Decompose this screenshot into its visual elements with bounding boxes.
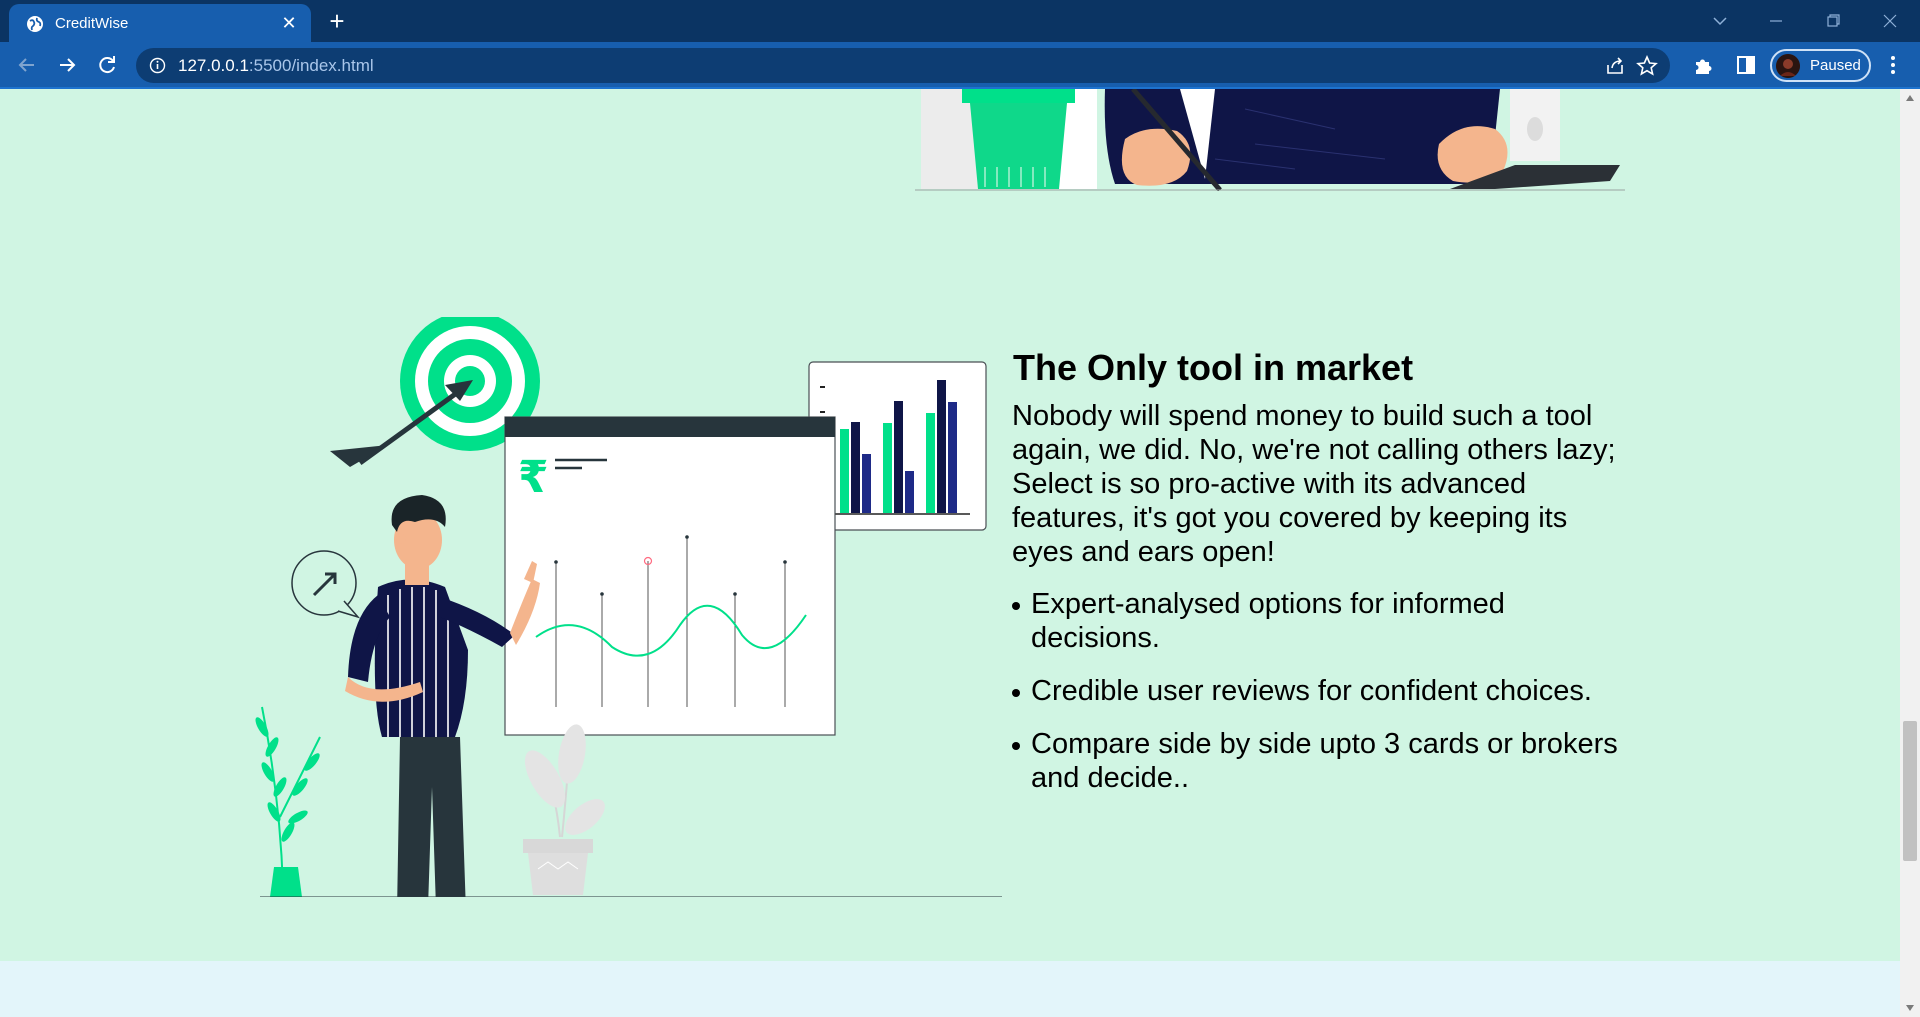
star-icon[interactable] <box>1636 55 1658 77</box>
bullet-icon <box>1012 602 1020 610</box>
page-content: ₹ The Only tool in market Nobody will sp… <box>0 89 1900 1017</box>
profile-button[interactable]: Paused <box>1770 49 1871 82</box>
list-item-text: Compare side by side upto 3 cards or bro… <box>1031 728 1618 794</box>
scroll-thumb[interactable] <box>1903 721 1917 861</box>
plus-icon[interactable]: + <box>322 7 352 37</box>
feature-heading: The Only tool in market <box>1013 347 1414 388</box>
plant-right <box>523 724 605 895</box>
reload-icon[interactable] <box>93 51 121 79</box>
scroll-down-arrow-icon[interactable] <box>1906 1005 1914 1011</box>
browser-toolbar: 127.0.0.1:5500/index.html Paused <box>0 42 1920 89</box>
side-panel-icon[interactable] <box>1735 54 1757 76</box>
list-item: Credible user reviews for confident choi… <box>1012 674 1632 708</box>
minimize-icon[interactable] <box>1756 6 1796 36</box>
plant-left <box>255 706 321 897</box>
info-icon[interactable] <box>149 57 166 74</box>
next-section <box>0 961 1900 1017</box>
list-item-text: Credible user reviews for confident choi… <box>1031 675 1592 707</box>
tab-title: CreditWise <box>55 15 129 32</box>
feature-section: The Only tool in market Nobody will spen… <box>1012 347 1632 814</box>
bullet-icon <box>1012 742 1020 750</box>
puzzle-icon[interactable] <box>1693 54 1715 76</box>
share-icon[interactable] <box>1604 55 1626 77</box>
vertical-scrollbar[interactable] <box>1900 89 1920 1017</box>
feature-description: Nobody will spend money to build such a … <box>1012 400 1616 568</box>
url-text[interactable]: 127.0.0.1:5500/index.html <box>178 56 374 76</box>
globe-icon <box>27 16 43 32</box>
restore-icon[interactable] <box>1813 6 1853 36</box>
window-close-icon[interactable] <box>1870 6 1910 36</box>
forward-arrow-icon[interactable] <box>53 51 81 79</box>
desk-illustration <box>915 89 1625 191</box>
scroll-up-arrow-icon[interactable] <box>1906 95 1914 101</box>
whiteboard-chart: ₹ <box>504 416 836 736</box>
browser-tab-strip: CreditWise ✕ + <box>0 0 1920 42</box>
browser-tab-active[interactable]: CreditWise ✕ <box>9 4 311 42</box>
back-arrow-icon[interactable] <box>13 51 41 79</box>
url-path: :5500/index.html <box>248 56 374 75</box>
avatar <box>1776 54 1800 78</box>
chevron-down-icon[interactable] <box>1700 6 1740 36</box>
rupee-symbol: ₹ <box>518 452 549 503</box>
list-item: Expert-analysed options for informed dec… <box>1012 587 1632 655</box>
feature-list: Expert-analysed options for informed dec… <box>1012 587 1632 795</box>
speech-bubble-icon <box>291 550 361 619</box>
profile-status: Paused <box>1810 57 1861 74</box>
url-host: 127.0.0.1 <box>178 56 249 75</box>
list-item-text: Expert-analysed options for informed dec… <box>1031 588 1505 654</box>
bullet-icon <box>1012 689 1020 697</box>
address-bar[interactable]: 127.0.0.1:5500/index.html <box>136 48 1670 83</box>
kebab-menu-icon[interactable] <box>1883 52 1903 78</box>
close-icon[interactable]: ✕ <box>277 11 301 35</box>
growth-chart-illustration: ₹ <box>255 317 1002 897</box>
list-item: Compare side by side upto 3 cards or bro… <box>1012 727 1632 795</box>
